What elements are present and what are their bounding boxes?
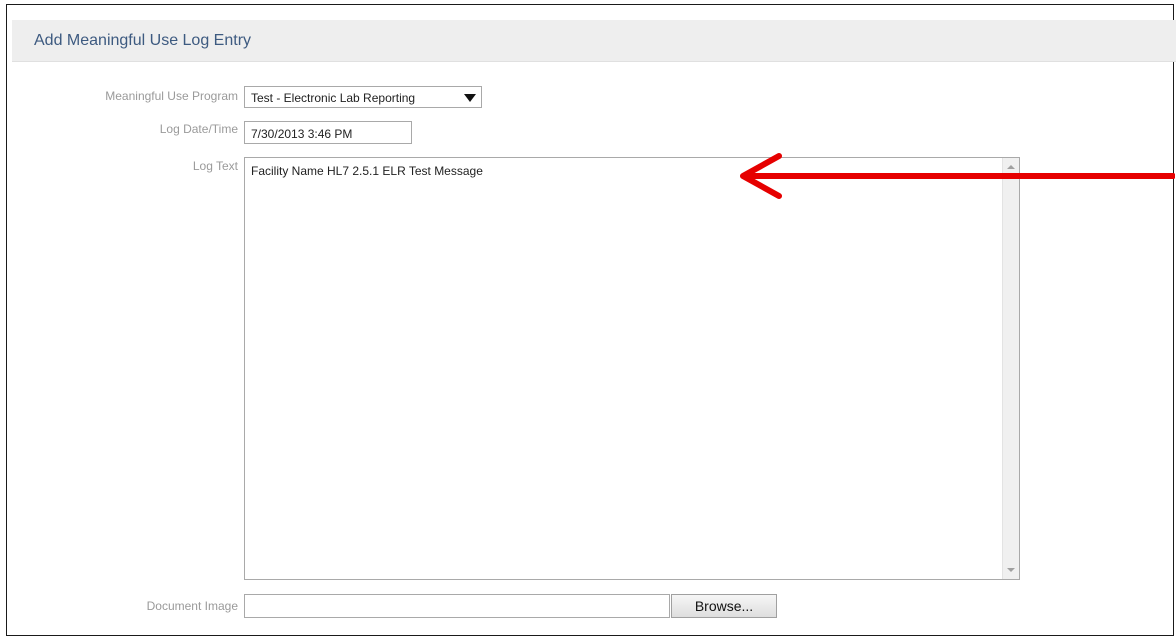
program-label: Meaningful Use Program: [105, 89, 238, 103]
log-text-label: Log Text: [192, 159, 238, 173]
log-datetime-input[interactable]: 7/30/2013 3:46 PM: [244, 121, 412, 144]
program-select[interactable]: Test - Electronic Lab Reporting: [244, 86, 482, 108]
log-text-scrollbar[interactable]: [1002, 158, 1019, 579]
log-text-textarea[interactable]: Facility Name HL7 2.5.1 ELR Test Message: [244, 157, 1020, 580]
log-datetime-value: 7/30/2013 3:46 PM: [251, 127, 353, 141]
page-title: Add Meaningful Use Log Entry: [34, 32, 252, 49]
scroll-down-arrow-icon[interactable]: [1007, 568, 1015, 572]
form-header: Add Meaningful Use Log Entry: [12, 20, 1176, 62]
chevron-down-icon: [464, 94, 476, 102]
log-datetime-label: Log Date/Time: [159, 122, 238, 136]
program-select-value: Test - Electronic Lab Reporting: [251, 91, 416, 105]
red-arrow-annotation-icon: [740, 153, 1175, 199]
document-image-label: Document Image: [146, 599, 238, 613]
document-image-input[interactable]: [244, 594, 670, 618]
browse-button[interactable]: Browse...: [671, 594, 777, 618]
log-text-value: Facility Name HL7 2.5.1 ELR Test Message: [251, 164, 483, 178]
